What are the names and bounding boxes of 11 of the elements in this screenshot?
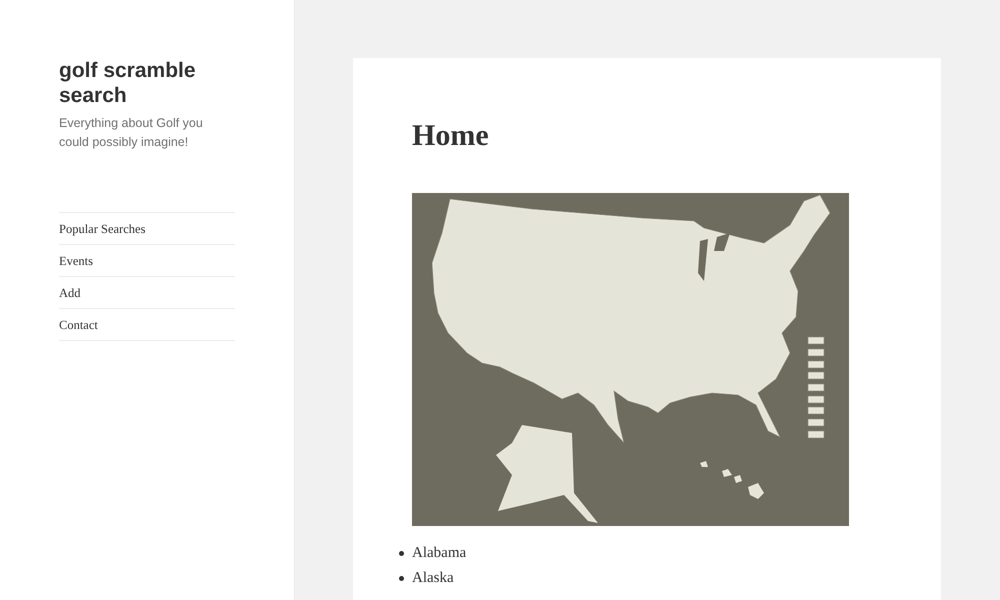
list-item: Alabama bbox=[412, 544, 466, 562]
nav-link[interactable]: Events bbox=[59, 252, 94, 268]
bullet-icon bbox=[399, 551, 404, 556]
nav-link[interactable]: Contact bbox=[59, 316, 98, 332]
page-title: Home bbox=[412, 118, 490, 154]
site-tagline: Everything about Golf you could possibly imagine! bbox=[59, 115, 204, 151]
nav-link[interactable]: Popular Searches bbox=[59, 220, 146, 236]
list-item: Alaska bbox=[412, 568, 454, 588]
nav-link[interactable]: Add bbox=[59, 284, 81, 300]
site-title-link[interactable]: golf scramble search bbox=[59, 58, 235, 108]
bullet-icon bbox=[399, 576, 404, 581]
